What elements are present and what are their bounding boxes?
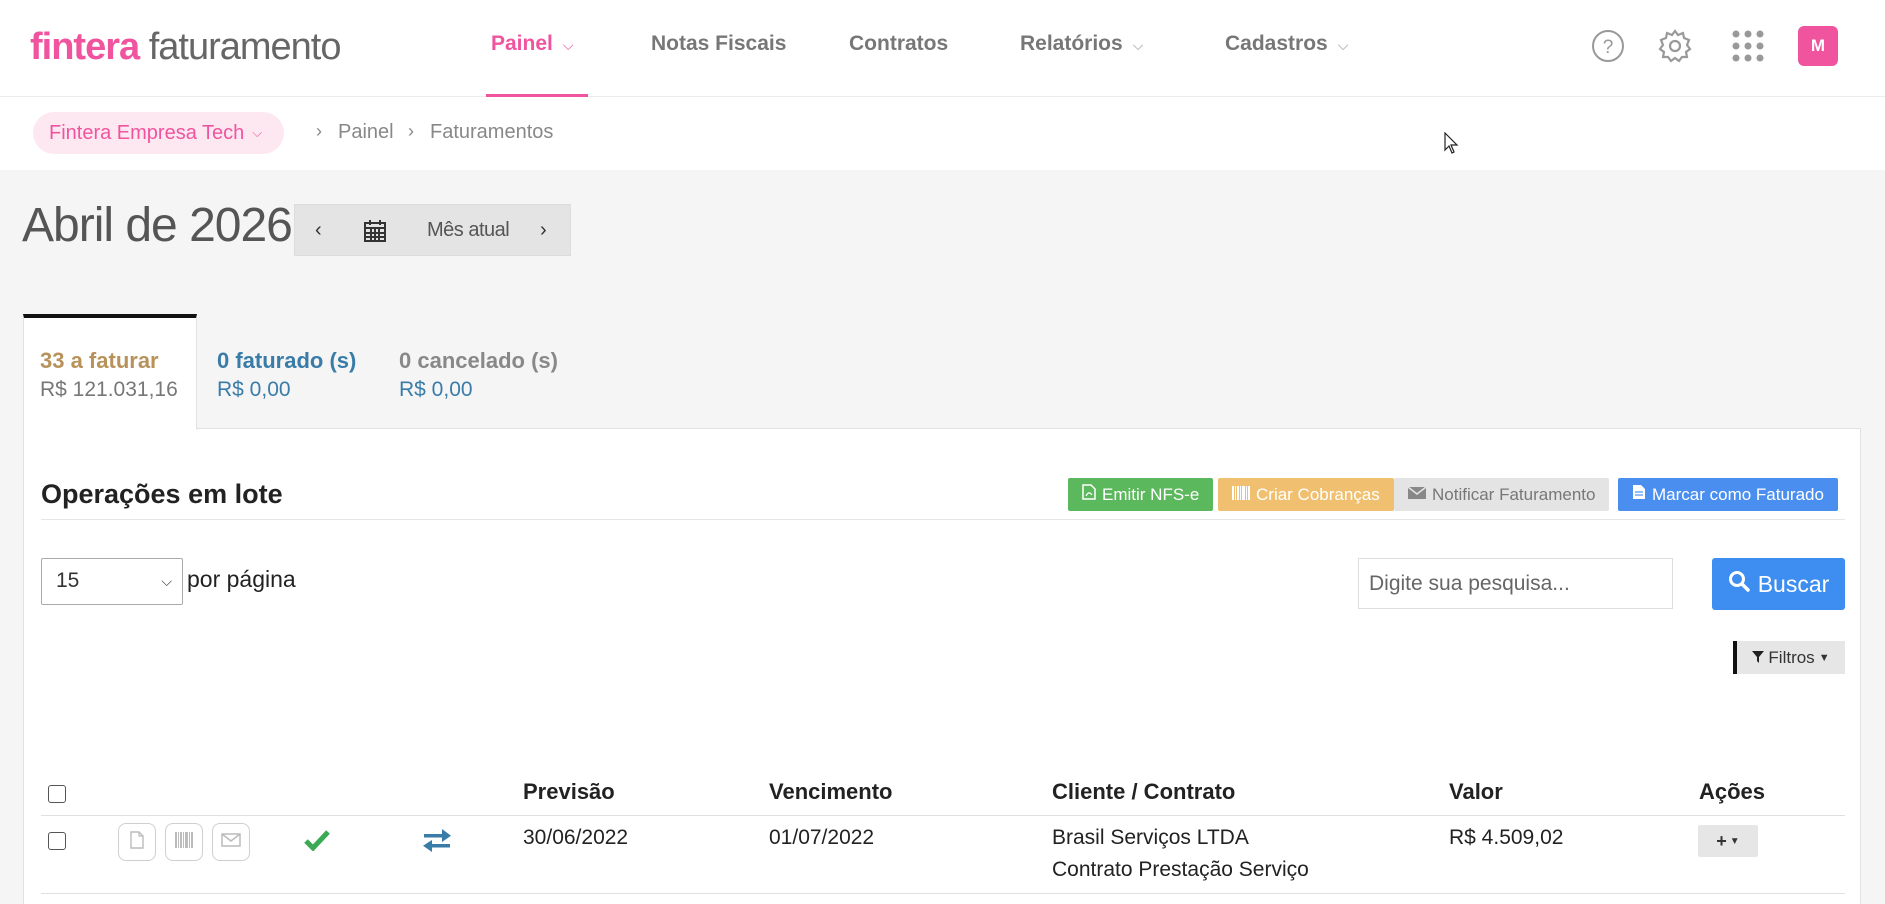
row-document-button[interactable] bbox=[118, 823, 156, 861]
column-header-vencimento[interactable]: Vencimento bbox=[769, 779, 892, 805]
file-text-icon bbox=[1632, 484, 1646, 505]
chevron-down-icon: ⌵ bbox=[161, 573, 172, 589]
create-charges-button[interactable]: Criar Cobranças bbox=[1218, 478, 1394, 511]
bulk-operations-title: Operações em lote bbox=[41, 479, 283, 509]
user-avatar[interactable]: M bbox=[1798, 26, 1838, 66]
help-icon[interactable]: ? bbox=[1590, 28, 1626, 64]
divider bbox=[41, 519, 1845, 520]
logo-product: faturamento bbox=[148, 26, 342, 68]
table-row-divider bbox=[41, 893, 1845, 894]
app-logo[interactable]: fintera faturamento bbox=[30, 26, 341, 69]
barcode-icon bbox=[174, 831, 194, 853]
filters-button[interactable]: Filtros ▼ bbox=[1733, 641, 1845, 674]
logo-brand: fintera bbox=[30, 26, 140, 68]
tab-a-faturar[interactable]: 33 a faturar R$ 121.031,16 bbox=[23, 314, 197, 430]
per-page-label: por página bbox=[187, 566, 296, 592]
row-contrato[interactable]: Contrato Prestação Serviço bbox=[1052, 858, 1309, 882]
select-all-checkbox[interactable] bbox=[48, 785, 66, 803]
caret-down-icon: ▼ bbox=[1729, 835, 1740, 847]
per-page-value: 15 bbox=[56, 569, 80, 592]
breadcrumb-item-faturamentos: Faturamentos bbox=[430, 121, 554, 143]
create-charges-label: Criar Cobranças bbox=[1256, 484, 1380, 504]
tab-title: 0 faturado (s) bbox=[217, 348, 357, 373]
search-icon bbox=[1728, 570, 1750, 598]
top-navbar: fintera faturamento Painel ⌵ Notas Fiscai… bbox=[0, 0, 1885, 97]
nav-item-notas-fiscais[interactable]: Notas Fiscais bbox=[651, 32, 786, 56]
chevron-right-icon[interactable]: › bbox=[540, 219, 547, 242]
nav-item-contratos[interactable]: Contratos bbox=[849, 32, 948, 56]
tab-amount: R$ 0,00 bbox=[399, 378, 473, 401]
chevron-down-icon: ⌵ bbox=[1132, 37, 1144, 53]
tab-cancelado[interactable]: 0 cancelado (s) R$ 0,00 bbox=[379, 314, 579, 429]
breadcrumb-separator-icon: › bbox=[408, 121, 414, 141]
column-header-previsao[interactable]: Previsão bbox=[523, 779, 615, 805]
file-icon bbox=[130, 830, 144, 854]
search-input[interactable]: Digite sua pesquisa... bbox=[1358, 558, 1673, 609]
plus-icon: + bbox=[1716, 830, 1727, 851]
emit-nfse-label: Emitir NFS-e bbox=[1102, 484, 1200, 504]
svg-text:?: ? bbox=[1603, 37, 1614, 58]
mark-as-billed-label: Marcar como Faturado bbox=[1652, 484, 1824, 504]
apps-grid-icon[interactable] bbox=[1730, 28, 1766, 64]
company-selector[interactable]: Fintera Empresa Tech ⌵ bbox=[33, 112, 285, 154]
tab-amount: R$ 121.031,16 bbox=[40, 378, 178, 401]
row-boleto-button[interactable] bbox=[165, 823, 203, 861]
row-valor: R$ 4.509,02 bbox=[1449, 826, 1564, 849]
filter-icon bbox=[1752, 648, 1765, 668]
barcode-icon bbox=[1232, 485, 1250, 505]
row-vencimento: 01/07/2022 bbox=[769, 826, 875, 849]
emit-nfse-button[interactable]: Emitir NFS-e bbox=[1068, 478, 1214, 511]
row-actions-button[interactable]: + ▼ bbox=[1698, 825, 1758, 857]
column-header-acoes: Ações bbox=[1699, 779, 1766, 804]
nav-item-label: Notas Fiscais bbox=[651, 32, 787, 55]
per-page-select[interactable]: 15 ⌵ bbox=[41, 558, 183, 605]
table-header-divider bbox=[41, 815, 1845, 816]
row-email-button[interactable] bbox=[212, 823, 250, 861]
notify-billing-button[interactable]: Notificar Faturamento bbox=[1394, 478, 1610, 511]
period-title: Abril de 2026 bbox=[22, 199, 293, 252]
recurring-exchange-icon[interactable] bbox=[422, 829, 452, 858]
search-placeholder: Digite sua pesquisa... bbox=[1369, 571, 1570, 595]
breadcrumb-item-painel[interactable]: Painel bbox=[338, 121, 394, 144]
envelope-icon bbox=[221, 832, 241, 853]
calendar-icon[interactable] bbox=[363, 219, 387, 248]
breadcrumb-separator-icon: › bbox=[316, 121, 322, 141]
tab-title: 0 cancelado (s) bbox=[399, 348, 558, 373]
chevron-down-icon: ⌵ bbox=[252, 125, 263, 140]
nav-item-painel[interactable]: Painel ⌵ bbox=[491, 32, 574, 56]
filters-label: Filtros bbox=[1768, 647, 1815, 667]
period-label[interactable]: Mês atual bbox=[427, 219, 510, 242]
breadcrumb-bar: Fintera Empresa Tech ⌵ › Painel › Faturam… bbox=[0, 97, 1885, 170]
row-cliente[interactable]: Brasil Serviços LTDA bbox=[1052, 826, 1249, 850]
row-previsao: 30/06/2022 bbox=[523, 826, 629, 849]
tab-amount: R$ 0,00 bbox=[217, 378, 291, 401]
billing-panel: Operações em lote Emitir NFS-e Criar Cob… bbox=[23, 428, 1861, 904]
mouse-cursor-icon bbox=[1444, 132, 1459, 154]
tab-title: 33 a faturar bbox=[40, 348, 159, 373]
chevron-down-icon: ⌵ bbox=[562, 37, 574, 53]
nav-item-label: Relatórios bbox=[1020, 32, 1123, 55]
check-icon bbox=[304, 829, 330, 856]
caret-down-icon: ▼ bbox=[1818, 651, 1830, 664]
envelope-icon bbox=[1407, 485, 1427, 505]
row-checkbox[interactable] bbox=[48, 832, 66, 850]
search-button[interactable]: Buscar bbox=[1712, 558, 1845, 610]
gear-icon[interactable] bbox=[1657, 28, 1693, 64]
nav-item-cadastros[interactable]: Cadastros ⌵ bbox=[1225, 32, 1348, 56]
column-header-cliente-contrato[interactable]: Cliente / Contrato bbox=[1052, 779, 1235, 805]
period-navigator: ‹ Mês atual › bbox=[294, 204, 571, 256]
chevron-left-icon[interactable]: ‹ bbox=[315, 219, 322, 242]
nav-item-label: Painel bbox=[491, 32, 553, 55]
mark-as-billed-button[interactable]: Marcar como Faturado bbox=[1618, 478, 1838, 511]
company-name: Fintera Empresa Tech bbox=[49, 121, 245, 144]
chevron-down-icon: ⌵ bbox=[1337, 37, 1349, 53]
nav-item-label: Contratos bbox=[849, 32, 949, 55]
column-header-valor[interactable]: Valor bbox=[1449, 779, 1503, 805]
file-pdf-icon bbox=[1082, 484, 1096, 505]
search-button-label: Buscar bbox=[1757, 570, 1830, 597]
nav-item-label: Cadastros bbox=[1225, 32, 1328, 55]
tab-faturado[interactable]: 0 faturado (s) R$ 0,00 bbox=[197, 314, 379, 429]
nav-item-relatorios[interactable]: Relatórios ⌵ bbox=[1020, 32, 1143, 56]
notify-billing-label: Notificar Faturamento bbox=[1432, 484, 1596, 504]
